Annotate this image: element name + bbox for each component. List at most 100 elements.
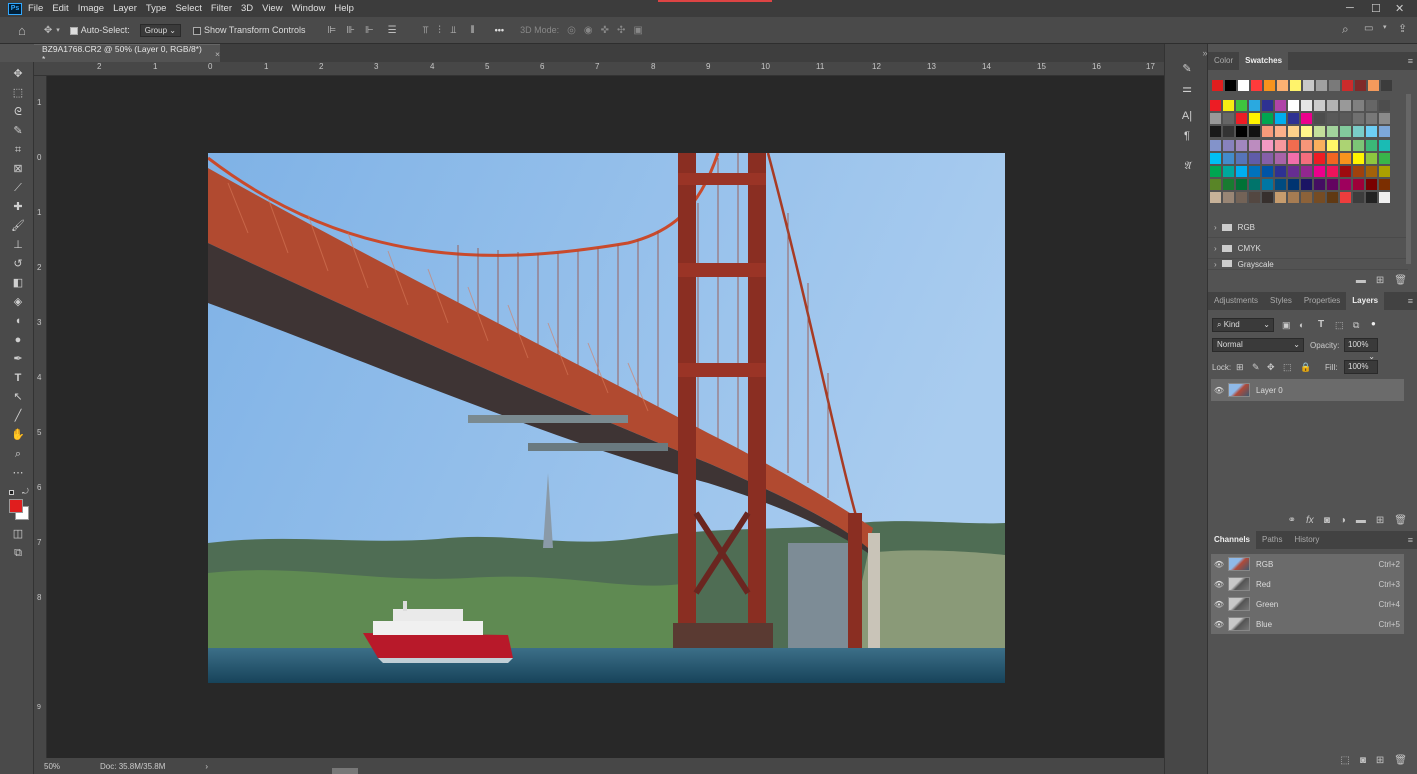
color-swatch[interactable] <box>1236 139 1247 151</box>
color-swatch[interactable] <box>1340 100 1351 111</box>
swatch-folder-rgb[interactable]: › RGB <box>1208 218 1408 238</box>
color-swatch[interactable] <box>1342 80 1353 91</box>
chevron-right-icon[interactable]: › <box>1214 244 1217 253</box>
color-swatch[interactable] <box>1379 152 1390 164</box>
color-swatch[interactable] <box>1236 166 1247 177</box>
lock-transparent-icon[interactable]: ⊞ <box>1236 362 1244 373</box>
color-swatch[interactable] <box>1303 80 1314 91</box>
color-swatch[interactable] <box>1249 139 1260 151</box>
color-swatch[interactable] <box>1316 80 1327 91</box>
color-swatch[interactable] <box>1379 126 1390 138</box>
color-swatch[interactable] <box>1275 152 1286 164</box>
history-brush-icon[interactable]: ↺ <box>11 257 25 271</box>
color-swatch[interactable] <box>1353 126 1364 138</box>
status-menu-arrow[interactable]: › <box>205 762 208 771</box>
maximize-button[interactable]: ☐ <box>1371 2 1381 15</box>
tab-color[interactable]: Color <box>1208 52 1239 70</box>
filter-toggle-icon[interactable]: ● <box>1371 319 1376 328</box>
color-swatch[interactable] <box>1290 80 1301 91</box>
color-swatch[interactable] <box>1249 113 1260 125</box>
paragraph-panel-icon[interactable]: ¶ <box>1180 130 1194 144</box>
chevron-down-icon[interactable]: ▾ <box>56 26 60 34</box>
color-swatch[interactable] <box>1262 166 1273 177</box>
menu-help[interactable]: Help <box>334 3 354 14</box>
frame-tool-icon[interactable]: ⊠ <box>11 162 25 176</box>
color-swatch[interactable] <box>1353 113 1364 125</box>
color-swatch[interactable] <box>1327 179 1338 191</box>
new-swatch-icon[interactable]: ⊞ <box>1376 275 1384 286</box>
color-swatch[interactable] <box>1301 152 1312 164</box>
new-channel-icon[interactable]: ⊞ <box>1376 755 1384 766</box>
color-swatch[interactable] <box>1314 139 1325 151</box>
color-swatch[interactable] <box>1238 80 1249 91</box>
color-swatch[interactable] <box>1249 152 1260 164</box>
quick-select-tool-icon[interactable]: ✎ <box>11 124 25 138</box>
chevron-down-icon[interactable]: ▾ <box>1383 23 1387 31</box>
panel-menu-icon[interactable]: ≡ <box>1408 296 1413 306</box>
color-swatch[interactable] <box>1288 100 1299 111</box>
color-swatch[interactable] <box>1301 126 1312 138</box>
color-swatch[interactable] <box>1366 126 1377 138</box>
close-window-button[interactable]: ✕ <box>1395 2 1404 15</box>
visibility-eye-icon[interactable]: 👁 <box>1213 620 1225 629</box>
save-selection-icon[interactable]: ◙ <box>1360 755 1366 766</box>
3d-roll-icon[interactable]: ◉ <box>584 25 593 36</box>
color-swatch[interactable] <box>1210 100 1221 111</box>
color-swatch[interactable] <box>1236 192 1247 204</box>
channel-row[interactable]: 👁 Green Ctrl+4 <box>1211 594 1404 614</box>
dodge-tool-icon[interactable]: ● <box>11 333 25 347</box>
color-swatch[interactable] <box>1277 80 1288 91</box>
color-swatch[interactable] <box>1340 152 1351 164</box>
visibility-eye-icon[interactable]: 👁 <box>1213 386 1225 395</box>
menu-edit[interactable]: Edit <box>52 3 68 14</box>
type-tool-icon[interactable]: T <box>11 371 25 385</box>
align-center-icon[interactable]: ⊪ <box>346 25 355 36</box>
panel-menu-icon[interactable]: ≡ <box>1408 535 1413 545</box>
color-swatch[interactable] <box>1210 152 1221 164</box>
color-swatch[interactable] <box>1275 100 1286 111</box>
swatches-scrollbar[interactable] <box>1406 94 1411 264</box>
minimize-button[interactable]: ─ <box>1346 2 1354 14</box>
align-bottom-icon[interactable]: ⫫ <box>451 25 457 36</box>
color-swatch[interactable] <box>1353 166 1364 177</box>
color-swatch[interactable] <box>1223 139 1234 151</box>
glyphs-icon[interactable]: 𝔄 <box>1180 160 1194 174</box>
color-swatch[interactable] <box>1329 80 1340 91</box>
color-swatch[interactable] <box>1251 80 1262 91</box>
color-swatch[interactable] <box>1353 192 1364 204</box>
color-swatch[interactable] <box>1212 80 1223 91</box>
3d-scale-icon[interactable]: ▣ <box>633 25 642 36</box>
chevron-right-icon[interactable]: › <box>1214 260 1217 269</box>
lock-artboard-icon[interactable]: ⬚ <box>1283 362 1292 373</box>
tab-swatches[interactable]: Swatches <box>1239 52 1289 70</box>
screen-mode-icon[interactable]: ⧉ <box>11 546 25 560</box>
color-swatch[interactable] <box>1288 152 1299 164</box>
color-swatch[interactable] <box>1249 100 1260 111</box>
healing-brush-icon[interactable]: ✚ <box>11 200 25 214</box>
color-swatch[interactable] <box>1236 100 1247 111</box>
quick-mask-icon[interactable]: ◫ <box>11 527 25 541</box>
channel-row[interactable]: 👁 Blue Ctrl+5 <box>1211 614 1404 634</box>
color-swatch[interactable] <box>1223 192 1234 204</box>
zoom-tool-icon[interactable]: ⌕ <box>11 447 25 461</box>
color-swatch[interactable] <box>1275 179 1286 191</box>
paint-bucket-icon[interactable]: ◈ <box>11 295 25 309</box>
fill-input[interactable]: 100%⌄ <box>1344 360 1378 383</box>
filter-adjustment-icon[interactable]: ◐ <box>1299 320 1304 330</box>
color-swatch[interactable] <box>1353 152 1364 164</box>
color-swatch[interactable] <box>1301 139 1312 151</box>
crop-tool-icon[interactable]: ⌗ <box>11 143 25 157</box>
color-swatch[interactable] <box>1236 113 1247 125</box>
color-swatch[interactable] <box>1366 139 1377 151</box>
color-swatch[interactable] <box>1314 152 1325 164</box>
color-swatch[interactable] <box>1327 139 1338 151</box>
swatch-folder-cmyk[interactable]: › CMYK <box>1208 239 1408 259</box>
tab-paths[interactable]: Paths <box>1256 531 1288 549</box>
color-swatch[interactable] <box>1379 139 1390 151</box>
color-swatch[interactable] <box>1353 100 1364 111</box>
color-swatch[interactable] <box>1340 192 1351 204</box>
add-mask-icon[interactable]: ◙ <box>1324 515 1330 526</box>
show-transform-checkbox[interactable]: Show Transform Controls <box>192 25 306 35</box>
color-swatch[interactable] <box>1301 166 1312 177</box>
color-swatch[interactable] <box>1368 80 1379 91</box>
